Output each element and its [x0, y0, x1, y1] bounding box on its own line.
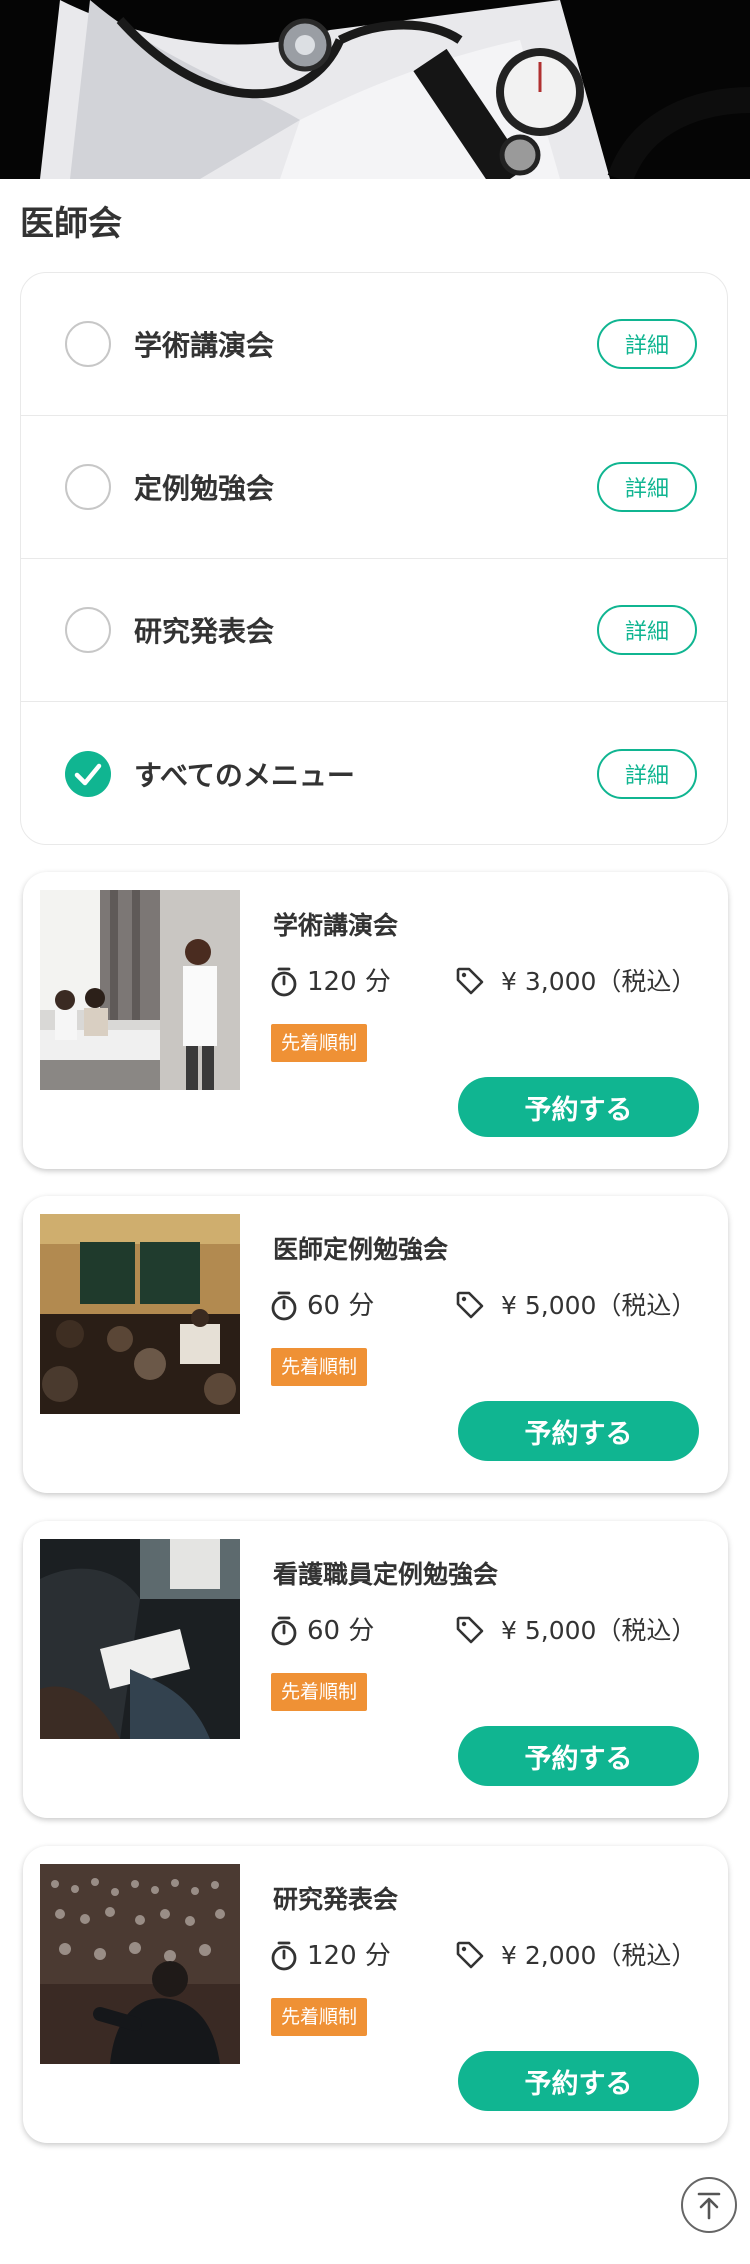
radio-button-checked[interactable]: [65, 750, 111, 797]
course-image: [40, 1214, 240, 1414]
course-price: ¥ 3,000（税込）: [501, 967, 697, 996]
arrow-up-to-top-icon: [697, 2192, 721, 2220]
check-icon: [74, 763, 102, 785]
price-tag-icon: [456, 1616, 484, 1644]
detail-button[interactable]: 詳細: [597, 605, 697, 655]
menu-item-all-menus[interactable]: すべてのメニュー 詳細: [21, 702, 727, 845]
menu-item-label: 研究発表会: [134, 615, 275, 648]
detail-button[interactable]: 詳細: [597, 748, 697, 799]
first-come-badge: 先着順制: [271, 1348, 368, 1386]
menu-item-research-presentation[interactable]: 研究発表会 詳細: [21, 559, 727, 702]
reserve-button[interactable]: 予約する: [458, 1401, 699, 1461]
course-duration: 60 分: [307, 1616, 375, 1646]
detail-button[interactable]: 詳細: [597, 319, 697, 369]
first-come-badge: 先着順制: [271, 1673, 368, 1711]
course-duration: 120 分: [307, 1941, 391, 1971]
course-title: 看護職員定例勉強会: [273, 1560, 499, 1589]
radio-button[interactable]: [65, 464, 111, 510]
back-to-top-button[interactable]: [681, 2177, 737, 2233]
course-image: [40, 1864, 240, 2064]
reserve-button[interactable]: 予約する: [458, 1077, 699, 1137]
hero-image: [0, 0, 750, 179]
course-price: ¥ 2,000（税込）: [501, 1941, 697, 1970]
timer-icon: [271, 1616, 297, 1646]
page-title: 医師会: [20, 204, 122, 244]
menu-item-label: 定例勉強会: [134, 472, 275, 505]
course-price: ¥ 5,000（税込）: [501, 1291, 697, 1320]
timer-icon: [271, 1291, 297, 1321]
timer-icon: [271, 1941, 297, 1971]
course-title: 医師定例勉強会: [273, 1235, 449, 1264]
course-image: [40, 1539, 240, 1739]
price-tag-icon: [456, 1941, 484, 1969]
course-duration: 60 分: [307, 1291, 375, 1321]
price-tag-icon: [456, 1291, 484, 1319]
course-card: 医師定例勉強会 60 分 ¥ 5,000（税込） 先着順制 予約する: [23, 1196, 728, 1493]
course-card: 看護職員定例勉強会 60 分 ¥ 5,000（税込） 先着順制 予約する: [23, 1521, 728, 1818]
radio-button[interactable]: [65, 607, 111, 653]
course-card: 学術講演会 120 分 ¥ 3,000（税込） 先着順制 予約する: [23, 872, 728, 1169]
first-come-badge: 先着順制: [271, 1024, 368, 1062]
radio-button[interactable]: [65, 321, 111, 367]
course-meta: 60 分 ¥ 5,000（税込）: [269, 1613, 709, 1649]
menu-item-label: すべてのメニュー: [134, 758, 355, 792]
course-price: ¥ 5,000（税込）: [501, 1616, 697, 1645]
course-duration: 120 分: [307, 967, 391, 997]
course-meta: 60 分 ¥ 5,000（税込）: [269, 1288, 709, 1324]
menu-item-label: 学術講演会: [134, 329, 275, 362]
price-tag-icon: [456, 967, 484, 995]
menu-filter-list: 学術講演会 詳細 定例勉強会 詳細 研究発表会 詳細 すべてのメニュー 詳細: [20, 272, 728, 845]
timer-icon: [271, 967, 297, 997]
course-title: 研究発表会: [273, 1885, 399, 1914]
course-meta: 120 分 ¥ 2,000（税込）: [269, 1938, 709, 1974]
menu-item-regular-study[interactable]: 定例勉強会 詳細: [21, 416, 727, 559]
course-card: 研究発表会 120 分 ¥ 2,000（税込） 先着順制 予約する: [23, 1846, 728, 2143]
menu-item-academic-lecture[interactable]: 学術講演会 詳細: [21, 273, 727, 416]
course-title: 学術講演会: [273, 911, 399, 940]
reserve-button[interactable]: 予約する: [458, 1726, 699, 1786]
course-image: [40, 890, 240, 1090]
first-come-badge: 先着順制: [271, 1998, 368, 2036]
reserve-button[interactable]: 予約する: [458, 2051, 699, 2111]
detail-button[interactable]: 詳細: [597, 462, 697, 512]
course-meta: 120 分 ¥ 3,000（税込）: [269, 964, 709, 1000]
